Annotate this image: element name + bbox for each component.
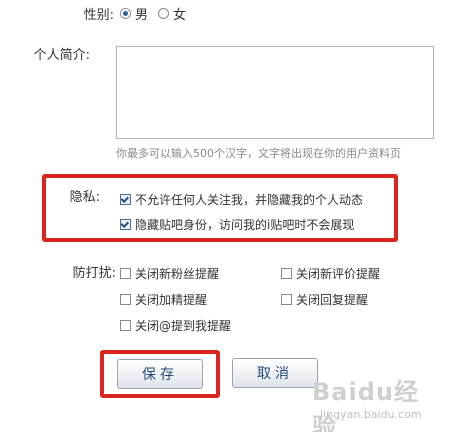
privacy-checkbox-hide-tieba-identity[interactable] bbox=[120, 219, 131, 230]
privacy-option-hide-tieba-identity-label[interactable]: 隐藏贴吧身份，访问我的i贴吧时不会展现 bbox=[135, 216, 354, 233]
privacy-option-hide-tieba-identity[interactable]: 隐藏贴吧身份，访问我的i贴吧时不会展现 bbox=[120, 216, 354, 233]
disturb-checkbox-new-reviews[interactable] bbox=[281, 268, 292, 279]
bio-hint: 你最多可以输入500个汉字，文字将出现在你的用户资料页 bbox=[116, 147, 401, 160]
disturb-option-mentions-label[interactable]: 关闭@提到我提醒 bbox=[135, 317, 231, 334]
gender-radio-female[interactable] bbox=[158, 8, 170, 19]
privacy-option-hide-activity-label[interactable]: 不允许任何人关注我，并隐藏我的个人动态 bbox=[135, 191, 363, 208]
privacy-label: 隐私: bbox=[69, 190, 100, 205]
gender-radio-male[interactable] bbox=[120, 8, 131, 19]
baidu-jingyan-watermark: Baidu经验 jingyan.baidu.com bbox=[312, 372, 442, 432]
gender-male-label[interactable]: 男 bbox=[135, 4, 148, 23]
disturb-option-featured[interactable]: 关闭加精提醒 bbox=[120, 291, 207, 308]
gender-radio-group: 男 女 bbox=[120, 4, 196, 23]
watermark-url: jingyan.baidu.com bbox=[320, 408, 422, 421]
disturb-option-new-reviews-label[interactable]: 关闭新评价提醒 bbox=[296, 265, 380, 282]
disturb-checkbox-new-fans[interactable] bbox=[120, 268, 131, 279]
gender-label: 性别: bbox=[83, 8, 114, 23]
disturb-option-new-fans-label[interactable]: 关闭新粉丝提醒 bbox=[135, 265, 219, 282]
disturb-option-featured-label[interactable]: 关闭加精提醒 bbox=[135, 291, 207, 308]
disturb-option-new-fans[interactable]: 关闭新粉丝提醒 bbox=[120, 265, 219, 282]
disturb-option-mentions[interactable]: 关闭@提到我提醒 bbox=[120, 317, 231, 334]
cancel-button[interactable]: 取消 bbox=[232, 358, 318, 388]
bio-textarea[interactable] bbox=[116, 46, 434, 139]
disturb-checkbox-mentions[interactable] bbox=[120, 320, 131, 331]
privacy-option-hide-activity[interactable]: 不允许任何人关注我，并隐藏我的个人动态 bbox=[120, 191, 363, 208]
disturb-option-replies-label[interactable]: 关闭回复提醒 bbox=[296, 291, 368, 308]
disturb-label: 防打扰: bbox=[72, 266, 116, 281]
gender-female-label[interactable]: 女 bbox=[173, 4, 186, 23]
privacy-checkbox-hide-activity[interactable] bbox=[120, 194, 131, 205]
bio-label: 个人简介: bbox=[33, 48, 90, 63]
watermark-brand: Baidu经验 bbox=[312, 378, 419, 432]
disturb-option-replies[interactable]: 关闭回复提醒 bbox=[281, 291, 368, 308]
disturb-option-new-reviews[interactable]: 关闭新评价提醒 bbox=[281, 265, 380, 282]
disturb-checkbox-replies[interactable] bbox=[281, 294, 292, 305]
disturb-checkbox-featured[interactable] bbox=[120, 294, 131, 305]
save-button[interactable]: 保存 bbox=[117, 359, 203, 389]
profile-settings-page: 性别: 男 女 个人简介: 你最多可以输入500个汉字，文字将出现在你的用户资料… bbox=[0, 0, 451, 432]
